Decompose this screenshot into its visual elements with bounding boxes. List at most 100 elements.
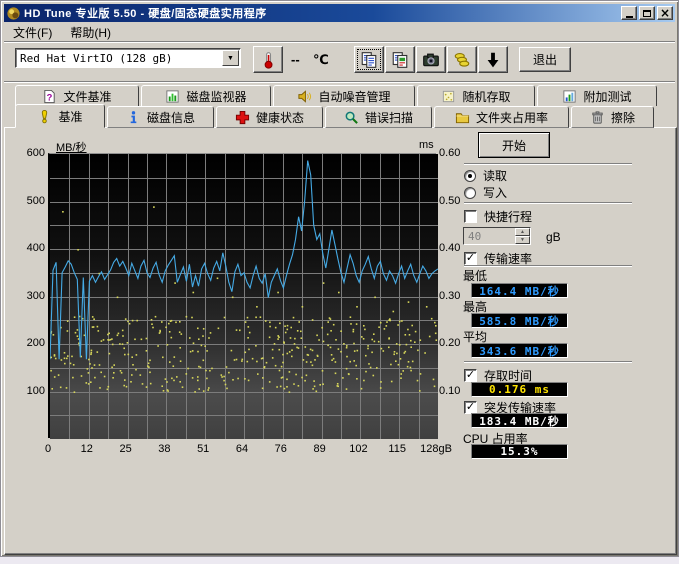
window-title: HD Tune 专业版 5.50 - 硬盘/固态硬盘实用程序	[24, 5, 621, 21]
menubar: 文件(F) 帮助(H)	[4, 23, 675, 41]
read-label: 读取	[483, 167, 507, 184]
tab-auto-acoustic-management[interactable]: 自动噪音管理	[273, 85, 415, 106]
speaker-icon	[297, 89, 312, 104]
axis-tick: 0	[45, 443, 51, 455]
short-stroke-checkbox[interactable]	[464, 210, 477, 223]
folder-icon	[455, 110, 470, 125]
tab-label: 基准	[58, 108, 82, 125]
axis-tick: 0.30	[439, 290, 460, 302]
min-label: 最低	[463, 267, 487, 284]
tab-error-scan[interactable]: 错误扫描	[325, 106, 432, 128]
tab-extra-tests[interactable]: 附加测试	[537, 85, 657, 106]
min-value-display: 164.4 MB/秒	[471, 283, 568, 298]
short-stroke-option[interactable]: 快捷行程	[464, 208, 532, 225]
maximize-icon	[643, 10, 651, 17]
write-option[interactable]: 写入	[464, 184, 507, 201]
tab-label: 附加测试	[583, 88, 631, 105]
close-button[interactable]: ×	[657, 6, 673, 20]
short-stroke-label: 快捷行程	[484, 208, 532, 225]
app-window: HD Tune 专业版 5.50 - 硬盘/固态硬盘实用程序 × 文件(F) 帮…	[0, 0, 679, 557]
exclamation-icon	[37, 109, 52, 124]
svg-text:?: ?	[47, 92, 53, 102]
tab-label: 健康状态	[256, 109, 304, 126]
axis-tick: 400	[13, 242, 45, 254]
drive-select-value: Red Hat VirtIO (128 gB)	[16, 52, 222, 65]
axis-tick: 128gB	[420, 443, 452, 455]
axis-tick: 25	[119, 443, 131, 455]
menu-help[interactable]: 帮助(H)	[61, 23, 120, 42]
copy-button[interactable]	[354, 46, 384, 73]
access-time-checkbox[interactable]: ✓	[464, 369, 477, 382]
axis-tick: 12	[81, 443, 93, 455]
tab-row-front: 基准 磁盘信息 健康状态 错误扫描 文件夹占用率 擦除	[15, 106, 654, 128]
maximize-button[interactable]	[639, 6, 655, 20]
separator	[464, 265, 632, 267]
separator	[464, 202, 632, 204]
chart-canvas	[50, 154, 438, 439]
chevron-down-icon[interactable]: ▼	[222, 50, 239, 66]
tab-random-access[interactable]: 随机存取	[417, 85, 535, 106]
write-radio[interactable]	[464, 187, 476, 199]
axis-tick: 51	[197, 443, 209, 455]
burst-rate-display: 183.4 MB/秒	[471, 413, 568, 428]
random-access-icon	[441, 89, 456, 104]
screenshot-button[interactable]	[416, 46, 446, 73]
exit-button[interactable]: 退出	[519, 47, 571, 72]
info-icon	[126, 110, 141, 125]
spinner-down-icon[interactable]: ▼	[515, 236, 530, 244]
read-radio[interactable]	[464, 170, 476, 182]
tab-label: 擦除	[611, 109, 635, 126]
axis-tick: 0.50	[439, 195, 460, 207]
drive-select[interactable]: Red Hat VirtIO (128 gB) ▼	[15, 48, 241, 68]
disk-monitor-icon	[165, 89, 180, 104]
menu-toolbar-divider	[4, 41, 675, 43]
plot-area	[48, 153, 436, 438]
access-time-display: 0.176 ms	[471, 382, 568, 397]
tab-label: 自动噪音管理	[318, 88, 390, 105]
temperature-button[interactable]	[253, 46, 283, 73]
cpu-usage-display: 15.3%	[471, 444, 568, 459]
minimize-icon	[626, 16, 633, 18]
trash-icon	[590, 110, 605, 125]
tab-benchmark[interactable]: 基准	[15, 104, 105, 128]
short-stroke-stepper[interactable]: 40 ▲ ▼	[463, 227, 531, 245]
file-question-icon: ?	[42, 89, 57, 104]
tab-disk-info[interactable]: 磁盘信息	[107, 106, 214, 128]
tab-file-benchmark[interactable]: ? 文件基准	[15, 85, 139, 106]
spinner-up-icon[interactable]: ▲	[515, 228, 530, 236]
donate-button[interactable]	[447, 46, 477, 73]
transfer-rate-checkbox[interactable]: ✓	[464, 252, 477, 265]
temperature-value: --	[291, 52, 300, 67]
menu-file[interactable]: 文件(F)	[4, 23, 61, 42]
axis-tick: 89	[313, 443, 325, 455]
axis-tick: 600	[13, 147, 45, 159]
minimize-button[interactable]	[621, 6, 637, 20]
tab-label: 磁盘监视器	[186, 88, 246, 105]
axis-tick: 500	[13, 195, 45, 207]
tab-label: 错误扫描	[365, 109, 413, 126]
tab-health-status[interactable]: 健康状态	[216, 106, 323, 128]
axis-tick: 0.20	[439, 337, 460, 349]
axis-tick: 0.10	[439, 385, 460, 397]
axis-tick: 102	[349, 443, 367, 455]
save-results-button[interactable]	[478, 46, 508, 73]
extra-tests-icon	[562, 89, 577, 104]
tab-folder-usage[interactable]: 文件夹占用率	[434, 106, 569, 128]
app-icon	[6, 6, 21, 21]
toolbar-tabs-divider	[4, 81, 675, 83]
start-button[interactable]: 开始	[478, 132, 550, 158]
read-option[interactable]: 读取	[464, 167, 507, 184]
tab-row-back: ? 文件基准 磁盘监视器 自动噪音管理 随机存取 附加测试	[15, 85, 657, 106]
tab-disk-monitor[interactable]: 磁盘监视器	[141, 85, 271, 106]
magnifier-icon	[344, 110, 359, 125]
axis-tick: 64	[236, 443, 248, 455]
axis-tick: 115	[388, 443, 406, 455]
titlebar[interactable]: HD Tune 专业版 5.50 - 硬盘/固态硬盘实用程序 ×	[4, 4, 675, 22]
write-label: 写入	[483, 184, 507, 201]
tab-erase[interactable]: 擦除	[571, 106, 654, 128]
axis-tick: 0.40	[439, 242, 460, 254]
separator	[464, 163, 632, 165]
tab-label: 文件基准	[63, 88, 111, 105]
health-cross-icon	[235, 110, 250, 125]
copy-image-button[interactable]	[385, 46, 415, 73]
